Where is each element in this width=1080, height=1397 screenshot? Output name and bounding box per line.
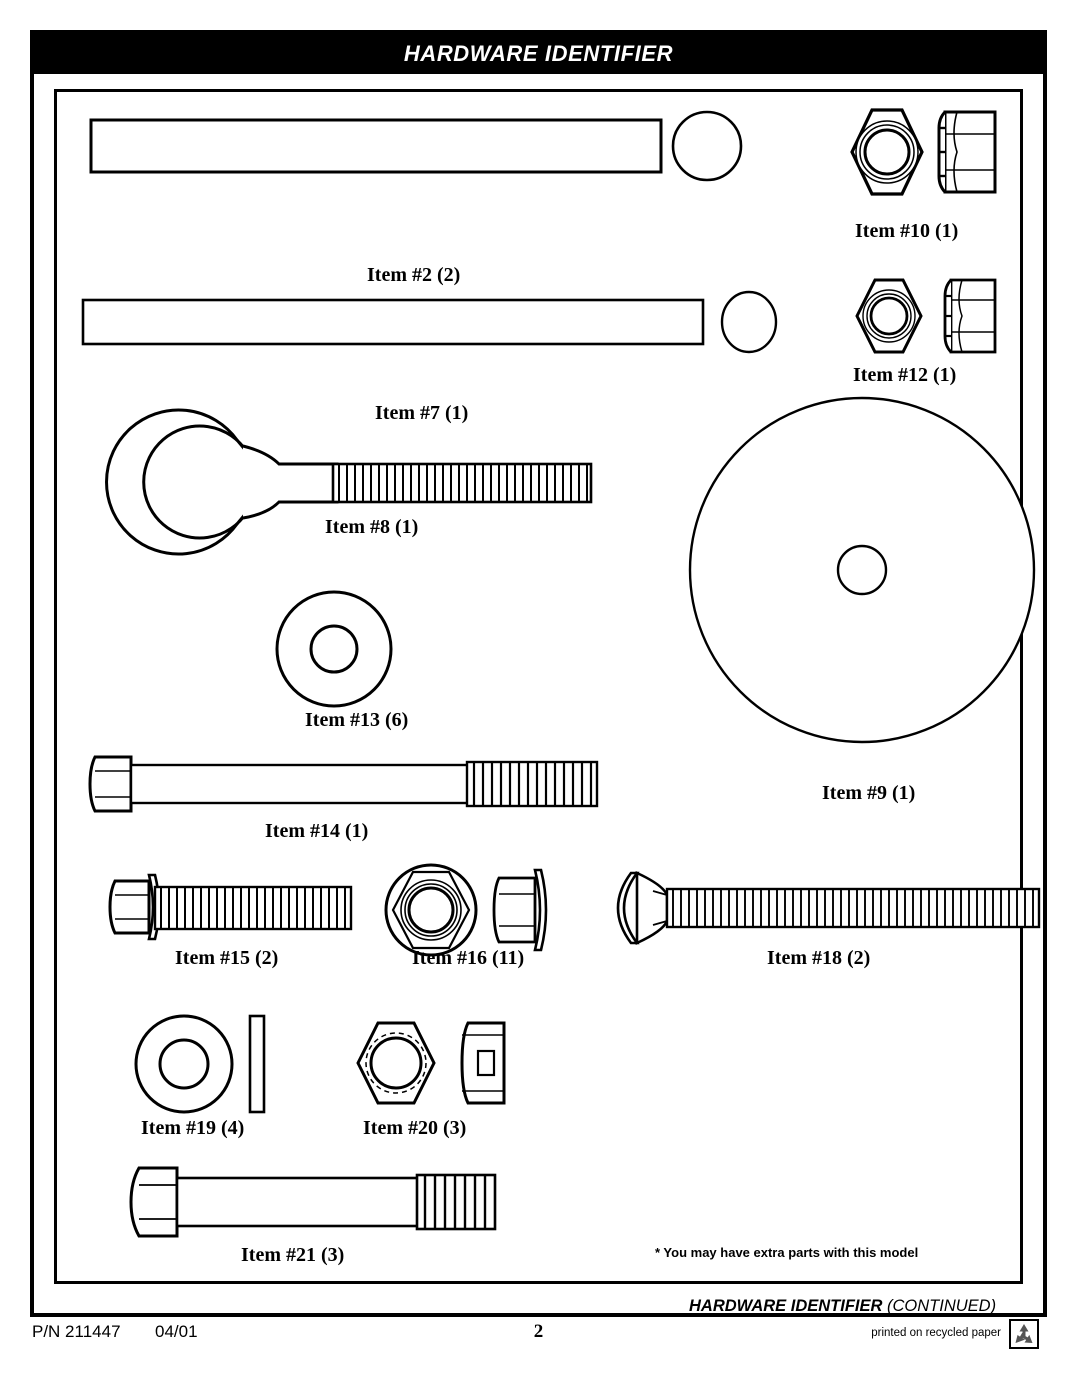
part-qty-item-9: (1) [891, 782, 916, 804]
manual-page: HARDWARE IDENTIFIER Item #2 (2) Item #7 … [0, 0, 1080, 1397]
part-qty-item-20: (3) [442, 1117, 467, 1139]
part-label-item-9: Item #9 (1) [822, 782, 915, 805]
parts-diagram-area: Item #2 (2) Item #7 (1) Item #10 (1) Ite… [57, 92, 1041, 1315]
part-graphic-item-15 [105, 867, 365, 947]
part-label-text-item-19: Item #19 [141, 1117, 216, 1139]
part-graphic-item-14 [88, 749, 619, 819]
part-qty-item-16: (11) [491, 947, 525, 969]
continued-label-italic: (CONTINUED) [887, 1297, 997, 1315]
part-qty-item-18: (2) [846, 947, 871, 969]
part-label-text-item-20: Item #20 [363, 1117, 438, 1139]
part-label-text-item-15: Item #15 [175, 947, 250, 969]
part-graphic-item-16 [375, 862, 565, 958]
part-label-item-13: Item #13 (6) [305, 709, 408, 732]
recycle-icon [1009, 1318, 1039, 1350]
part-graphic-item-9 [687, 392, 1037, 752]
part-graphic-item-2 [89, 110, 749, 182]
part-qty-item-14: (1) [344, 820, 369, 842]
part-label-item-21: Item #21 (3) [241, 1244, 344, 1267]
part-label-item-12: Item #12 (1) [853, 364, 956, 387]
part-label-item-10: Item #10 (1) [855, 220, 958, 243]
part-label-text-item-9: Item #9 [822, 782, 887, 804]
part-graphic-item-18 [597, 867, 1047, 949]
part-label-item-2: Item #2 (2) [367, 264, 460, 287]
part-label-item-15: Item #15 (2) [175, 947, 278, 970]
page-footer: P/N 211447 04/01 2 printed on recycled p… [30, 1319, 1047, 1356]
part-label-text-item-14: Item #14 [265, 820, 340, 842]
part-label-text-item-16: Item #16 [412, 947, 487, 969]
part-label-item-18: Item #18 (2) [767, 947, 870, 970]
part-graphic-item-10 [827, 104, 1017, 200]
part-label-text-item-12: Item #12 [853, 364, 928, 386]
part-label-item-19: Item #19 (4) [141, 1117, 244, 1140]
part-qty-item-13: (6) [384, 709, 409, 731]
part-label-item-20: Item #20 (3) [363, 1117, 466, 1140]
part-graphic-item-12 [833, 274, 1023, 360]
part-label-text-item-8: Item #8 [325, 516, 390, 538]
part-label-text-item-10: Item #10 [855, 220, 930, 242]
part-graphic-item-7 [81, 288, 781, 354]
extra-parts-note: * You may have extra parts with this mod… [655, 1245, 919, 1260]
part-label-item-8: Item #8 (1) [325, 516, 418, 539]
part-label-text-item-18: Item #18 [767, 947, 842, 969]
part-label-text-item-21: Item #21 [241, 1244, 316, 1266]
continued-label: HARDWARE IDENTIFIER (CONTINUED) [689, 1297, 996, 1316]
part-qty-item-8: (1) [394, 516, 419, 538]
part-qty-item-19: (4) [220, 1117, 245, 1139]
part-graphic-item-20 [342, 1017, 522, 1113]
part-graphic-item-13 [272, 589, 402, 709]
part-qty-item-12: (1) [932, 364, 957, 386]
part-label-item-14: Item #14 (1) [265, 820, 368, 843]
part-label-item-16: Item #16 (11) [412, 947, 524, 970]
content-frame: Item #2 (2) Item #7 (1) Item #10 (1) Ite… [54, 89, 1041, 1315]
page-title: HARDWARE IDENTIFIER [403, 41, 674, 66]
page-outer-frame: HARDWARE IDENTIFIER Item #2 (2) Item #7 … [30, 30, 1047, 1317]
part-qty-item-15: (2) [254, 947, 279, 969]
part-label-text-item-13: Item #13 [305, 709, 380, 731]
page-header-bar: HARDWARE IDENTIFIER [34, 34, 1043, 74]
part-graphic-item-19 [132, 1012, 292, 1118]
part-qty-item-2: (2) [436, 264, 461, 286]
part-qty-item-10: (1) [934, 220, 959, 242]
part-label-text-item-2: Item #2 [367, 264, 432, 286]
footer-recycled-text: printed on recycled paper [871, 1327, 1001, 1339]
part-graphic-item-21 [125, 1160, 525, 1244]
continued-label-bold: HARDWARE IDENTIFIER [689, 1297, 883, 1315]
part-qty-item-21: (3) [320, 1244, 345, 1266]
